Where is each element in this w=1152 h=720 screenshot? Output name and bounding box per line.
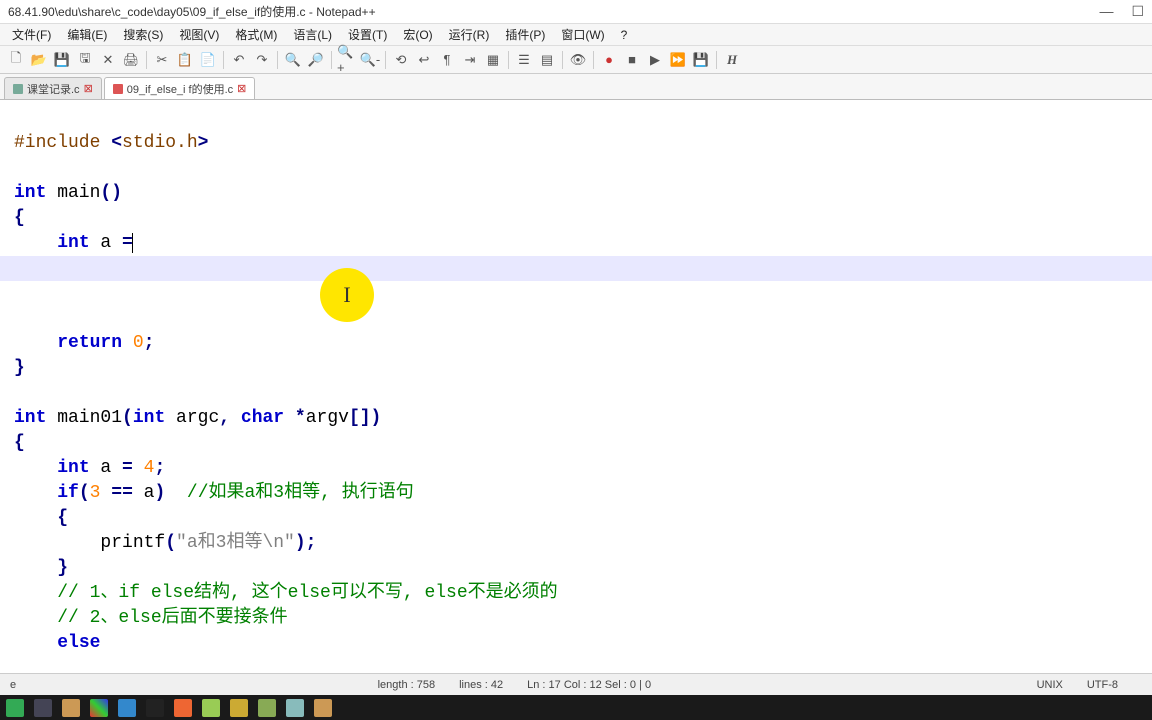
menu-view[interactable]: 视图(V) — [173, 24, 225, 45]
saveall-icon[interactable]: 🖫 — [75, 50, 95, 70]
indent-icon[interactable]: ⇥ — [460, 50, 480, 70]
status-encoding: UTF-8 — [1087, 679, 1118, 691]
taskbar-app2-icon[interactable] — [118, 699, 136, 717]
statusbar: e length : 758 lines : 42 Ln : 17 Col : … — [0, 673, 1152, 695]
status-length: length : 758 — [378, 679, 436, 691]
tab-label: 课堂记录.c — [27, 81, 80, 97]
close-icon[interactable]: ✕ — [98, 50, 118, 70]
taskbar-app3-icon[interactable] — [230, 699, 248, 717]
undo-icon[interactable]: ↶ — [229, 50, 249, 70]
save-icon[interactable]: 💾 — [52, 50, 72, 70]
showchars-icon[interactable]: ¶ — [437, 50, 457, 70]
record-icon[interactable]: ● — [599, 50, 619, 70]
titlebar: 68.41.90\edu\share\c_code\day05\09_if_el… — [0, 0, 1152, 24]
bold-icon[interactable]: H — [722, 50, 742, 70]
taskbar-chrome-icon[interactable] — [90, 699, 108, 717]
tab-label: 09_if_else_i f的使用.c — [127, 81, 233, 97]
replace-icon[interactable]: 🔎 — [306, 50, 326, 70]
paste-icon[interactable]: 📄 — [198, 50, 218, 70]
tab-1[interactable]: 课堂记录.c ⊠ — [4, 77, 102, 99]
taskbar-notepad-icon[interactable] — [202, 699, 220, 717]
taskbar-app4-icon[interactable] — [258, 699, 276, 717]
minimize-icon[interactable]: — — [1099, 3, 1113, 20]
editor[interactable]: #include <stdio.h> int main() { int a = … — [0, 100, 1152, 675]
status-position: Ln : 17 Col : 12 Sel : 0 | 0 — [527, 679, 651, 691]
menu-settings[interactable]: 设置(T) — [342, 24, 393, 45]
savemacro-icon[interactable]: 💾 — [691, 50, 711, 70]
redo-icon[interactable]: ↷ — [252, 50, 272, 70]
taskbar-terminal-icon[interactable] — [146, 699, 164, 717]
menu-window[interactable]: 窗口(W) — [555, 24, 610, 45]
status-left: e — [10, 679, 16, 691]
taskbar-start-icon[interactable] — [6, 699, 24, 717]
maximize-icon[interactable]: ☐ — [1131, 3, 1144, 20]
cursor-highlight-icon: I — [320, 268, 374, 322]
docmap-icon[interactable]: ▤ — [537, 50, 557, 70]
menu-run[interactable]: 运行(R) — [443, 24, 496, 45]
taskbar-explorer-icon[interactable] — [62, 699, 80, 717]
tabbar: 课堂记录.c ⊠ 09_if_else_i f的使用.c ⊠ — [0, 74, 1152, 100]
menu-edit[interactable]: 编辑(E) — [61, 24, 113, 45]
tab-close-icon[interactable]: ⊠ — [84, 82, 93, 95]
file-icon — [113, 84, 123, 94]
funclist-icon[interactable]: ☰ — [514, 50, 534, 70]
status-eol: UNIX — [1037, 679, 1063, 691]
menu-help[interactable]: ? — [615, 26, 634, 44]
sync-icon[interactable]: ⟲ — [391, 50, 411, 70]
playmulti-icon[interactable]: ⏩ — [668, 50, 688, 70]
taskbar-app5-icon[interactable] — [286, 699, 304, 717]
menu-language[interactable]: 语言(L) — [287, 24, 338, 45]
menu-format[interactable]: 格式(M) — [229, 24, 283, 45]
menu-macro[interactable]: 宏(O) — [397, 24, 438, 45]
menu-search[interactable]: 搜索(S) — [117, 24, 169, 45]
wordwrap-icon[interactable]: ↩ — [414, 50, 434, 70]
toolbar: 🗋 📂 💾 🖫 ✕ 🖨 ✂ 📋 📄 ↶ ↷ 🔍 🔎 🔍+ 🔍- ⟲ ↩ ¶ ⇥ … — [0, 46, 1152, 74]
status-lines: lines : 42 — [459, 679, 503, 691]
stop-icon[interactable]: ■ — [622, 50, 642, 70]
menu-file[interactable]: 文件(F) — [6, 24, 57, 45]
window-title: 68.41.90\edu\share\c_code\day05\09_if_el… — [8, 3, 1099, 20]
menubar: 文件(F) 编辑(E) 搜索(S) 视图(V) 格式(M) 语言(L) 设置(T… — [0, 24, 1152, 46]
find-icon[interactable]: 🔍 — [283, 50, 303, 70]
taskbar — [0, 695, 1152, 720]
tab-close-icon[interactable]: ⊠ — [237, 82, 246, 95]
zoomin-icon[interactable]: 🔍+ — [337, 50, 357, 70]
showall-icon[interactable]: 👁 — [568, 50, 588, 70]
new-icon[interactable]: 🗋 — [6, 50, 26, 70]
zoomout-icon[interactable]: 🔍- — [360, 50, 380, 70]
file-icon — [13, 84, 23, 94]
code-content[interactable]: #include <stdio.h> int main() { int a = … — [14, 106, 1152, 656]
print-icon[interactable]: 🖨 — [121, 50, 141, 70]
tab-2[interactable]: 09_if_else_i f的使用.c ⊠ — [104, 77, 256, 99]
taskbar-app-icon[interactable] — [34, 699, 52, 717]
menu-plugins[interactable]: 插件(P) — [499, 24, 551, 45]
taskbar-firefox-icon[interactable] — [174, 699, 192, 717]
play-icon[interactable]: ▶ — [645, 50, 665, 70]
folding-icon[interactable]: ▦ — [483, 50, 503, 70]
cut-icon[interactable]: ✂ — [152, 50, 172, 70]
open-icon[interactable]: 📂 — [29, 50, 49, 70]
taskbar-app6-icon[interactable] — [314, 699, 332, 717]
copy-icon[interactable]: 📋 — [175, 50, 195, 70]
